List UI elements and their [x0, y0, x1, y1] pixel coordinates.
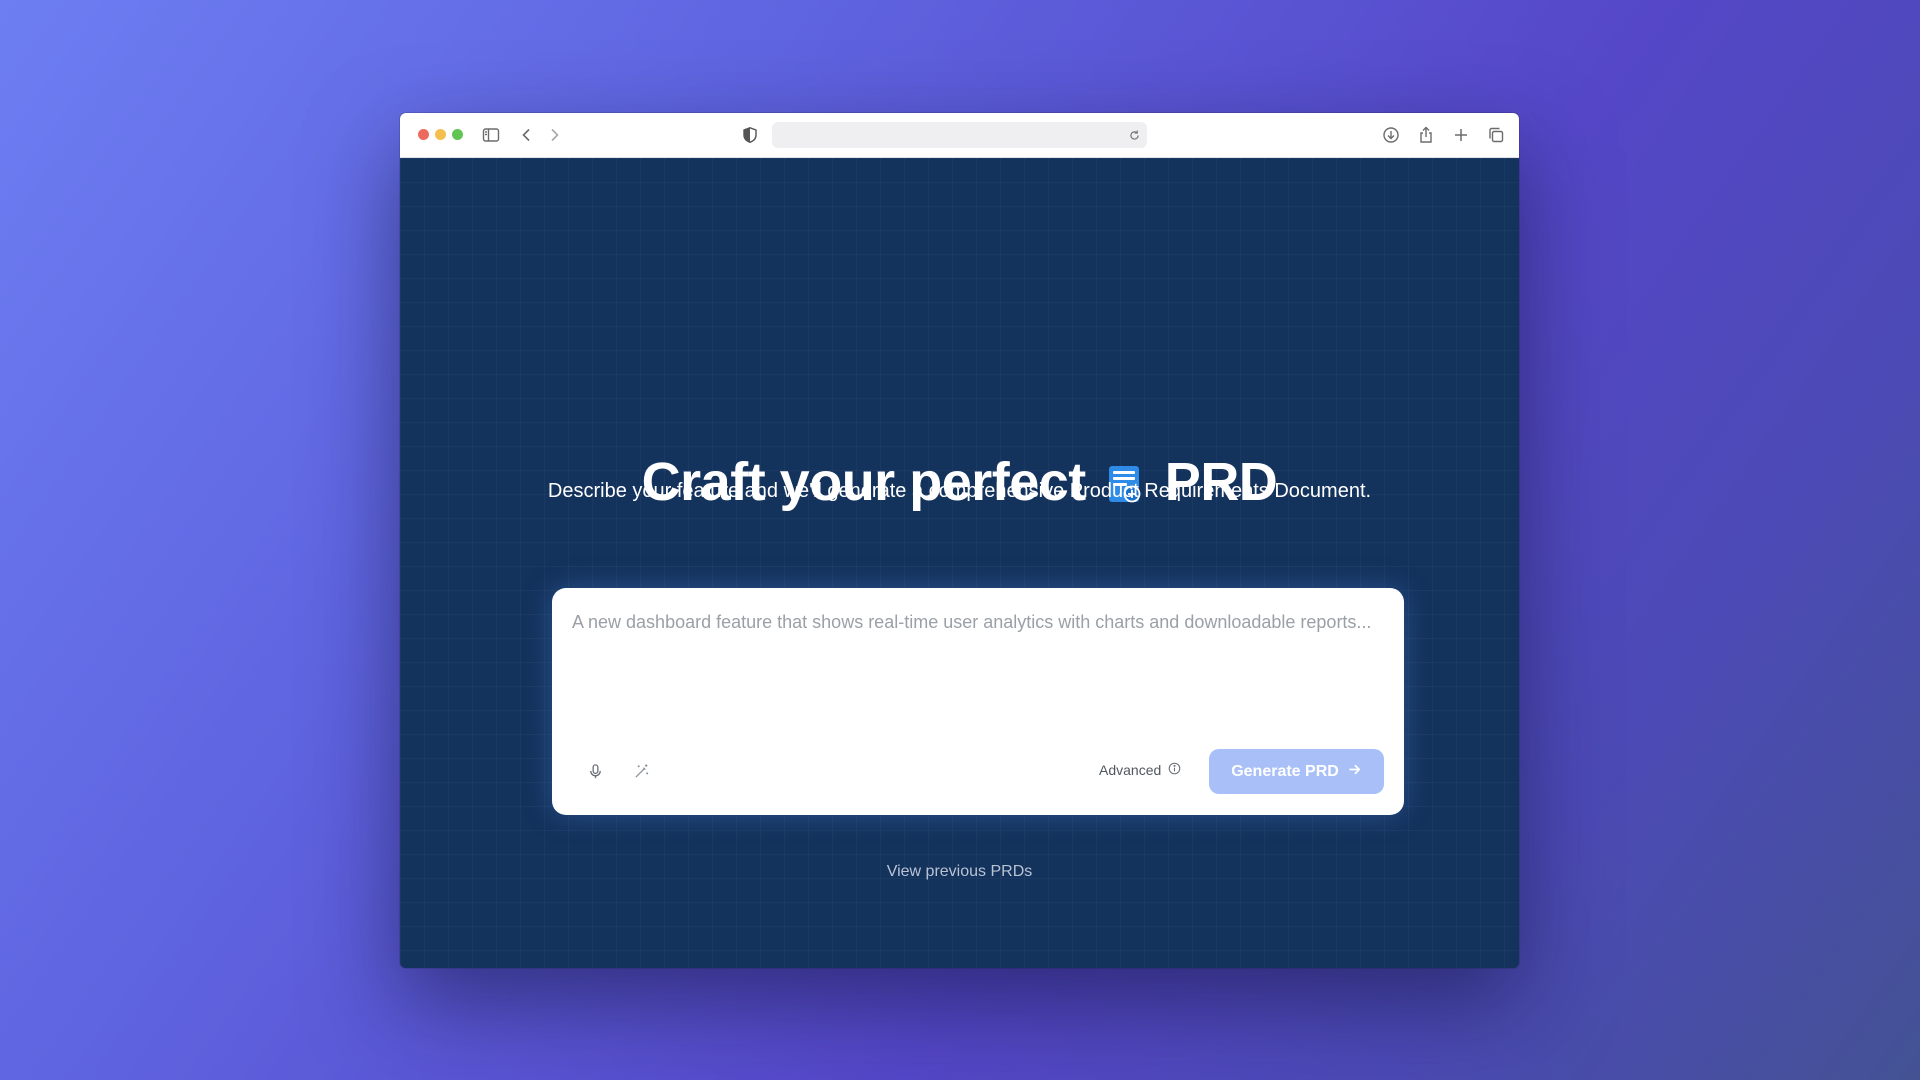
view-previous-prds-link[interactable]: View previous PRDs	[400, 863, 1519, 881]
generate-prd-button[interactable]: Generate PRD	[1209, 749, 1384, 794]
magic-wand-icon[interactable]	[628, 758, 654, 784]
forward-icon[interactable]	[543, 124, 565, 146]
address-bar[interactable]	[772, 122, 1147, 148]
close-window-button[interactable]	[418, 129, 429, 140]
advanced-options-toggle[interactable]: Advanced	[1099, 762, 1181, 778]
page-content: Craft your perfect PRD Describe your fea…	[400, 158, 1519, 968]
browser-window: Craft your perfect PRD Describe your fea…	[400, 113, 1519, 968]
sidebar-toggle-icon[interactable]	[480, 124, 502, 146]
back-icon[interactable]	[516, 124, 538, 146]
prompt-card: Advanced Generate PRD	[552, 588, 1404, 815]
tab-overview-icon[interactable]	[1485, 124, 1507, 146]
new-tab-icon[interactable]	[1450, 124, 1472, 146]
microphone-icon[interactable]	[582, 758, 608, 784]
zoom-window-button[interactable]	[452, 129, 463, 140]
minimize-window-button[interactable]	[435, 129, 446, 140]
privacy-shield-icon[interactable]	[739, 124, 761, 146]
browser-toolbar	[400, 113, 1519, 158]
advanced-label: Advanced	[1099, 762, 1162, 778]
reload-icon[interactable]	[1125, 126, 1143, 144]
download-icon[interactable]	[1380, 124, 1402, 146]
page-subtitle: Describe your feature and we'll generate…	[547, 480, 1372, 502]
share-icon[interactable]	[1415, 124, 1437, 146]
generate-button-label: Generate PRD	[1231, 762, 1339, 780]
arrow-right-icon	[1347, 762, 1362, 782]
info-icon[interactable]	[1168, 762, 1181, 778]
feature-description-input[interactable]	[572, 608, 1372, 718]
